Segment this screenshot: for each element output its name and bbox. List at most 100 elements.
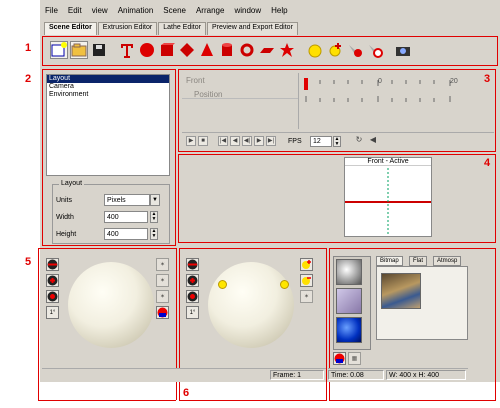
- text-object-button[interactable]: [118, 41, 136, 59]
- menu-window[interactable]: window: [233, 6, 262, 18]
- frame-line: [495, 154, 496, 242]
- prev-frame-icon[interactable]: ◀: [230, 136, 240, 146]
- timeline-ruler[interactable]: [302, 76, 466, 104]
- dropdown-arrow-icon[interactable]: ▼: [150, 194, 160, 206]
- sound-icon[interactable]: ◀: [368, 136, 378, 146]
- track-front-label[interactable]: Front: [186, 76, 205, 85]
- scene-light-option-button[interactable]: ✶: [300, 290, 313, 303]
- menu-view[interactable]: view: [91, 6, 109, 18]
- torus-object-button[interactable]: [238, 41, 256, 59]
- frame-line: [179, 400, 327, 401]
- light-handle-1[interactable]: [218, 280, 227, 289]
- spotlight-button[interactable]: [346, 41, 364, 59]
- list-item-environment[interactable]: Environment: [47, 91, 169, 99]
- material-swatch-1[interactable]: [336, 259, 362, 285]
- track-position-label[interactable]: Position: [194, 90, 222, 99]
- toolbar: [44, 36, 496, 64]
- playhead[interactable]: [304, 78, 308, 90]
- bitmap-thumbnail[interactable]: [381, 273, 421, 309]
- next-frame-icon[interactable]: ▶: [254, 136, 264, 146]
- tab-preview-export-editor[interactable]: Preview and Export Editor: [206, 22, 298, 35]
- frame-line: [175, 69, 176, 245]
- frame-line: [179, 248, 327, 249]
- first-frame-icon[interactable]: |◀: [218, 136, 228, 146]
- light-angle-button[interactable]: 1°: [46, 306, 59, 319]
- star-object-button[interactable]: [278, 41, 296, 59]
- rewind-icon[interactable]: ◀|: [242, 136, 252, 146]
- light-add-button[interactable]: [46, 274, 59, 287]
- tab-scene-editor[interactable]: Scene Editor: [44, 22, 97, 35]
- menu-help[interactable]: Help: [270, 6, 288, 18]
- light-remove-button[interactable]: [46, 290, 59, 303]
- scene-light-angle-button[interactable]: 1°: [186, 306, 199, 319]
- sphere-object-button[interactable]: [138, 41, 156, 59]
- last-frame-icon[interactable]: ▶|: [266, 136, 276, 146]
- tab-bitmap[interactable]: Bitmap: [376, 256, 403, 266]
- light-preset-button[interactable]: [46, 258, 59, 271]
- timeline-divider: [298, 73, 299, 129]
- save-button[interactable]: [90, 41, 108, 59]
- width-field[interactable]: 400: [104, 211, 148, 223]
- grid-icon: ▦: [351, 356, 358, 362]
- fps-field[interactable]: 12: [310, 136, 332, 147]
- front-viewport[interactable]: Front - Active: [344, 157, 432, 237]
- plane-object-button[interactable]: [258, 41, 276, 59]
- scene-light-add-button[interactable]: [186, 274, 199, 287]
- units-select[interactable]: Pixels: [104, 194, 150, 206]
- light-option-2-button[interactable]: ✶: [156, 274, 169, 287]
- light-color-button[interactable]: [156, 306, 169, 319]
- menu-animation[interactable]: Animation: [117, 6, 155, 18]
- light-option-3-button[interactable]: ✶: [156, 290, 169, 303]
- light-remove-icon: [187, 291, 198, 302]
- width-spinner-icon[interactable]: ▲ ▼: [150, 211, 158, 223]
- menu-arrange[interactable]: Arrange: [195, 6, 225, 18]
- tab-flat[interactable]: Flat: [409, 256, 428, 266]
- cone-object-button[interactable]: [198, 41, 216, 59]
- viewport-area: [182, 157, 342, 239]
- frame-line: [42, 36, 43, 66]
- open-scene-button[interactable]: [70, 41, 88, 59]
- tab-atmosphere[interactable]: Atmosp: [433, 256, 462, 266]
- lighting-sphere[interactable]: [68, 262, 154, 348]
- light-handle-2[interactable]: [280, 280, 289, 289]
- sphere-icon: [140, 43, 154, 57]
- add-scene-light-button[interactable]: [300, 258, 313, 271]
- tab-extrusion-editor[interactable]: Extrusion Editor: [97, 22, 158, 35]
- scene-lighting-sphere[interactable]: [208, 262, 294, 348]
- cylinder-object-button[interactable]: [218, 41, 236, 59]
- loop-icon[interactable]: ↻: [354, 136, 364, 146]
- material-swatch-3[interactable]: [336, 317, 362, 343]
- scene-light-remove-button[interactable]: [186, 290, 199, 303]
- list-item-layout[interactable]: Layout: [47, 75, 169, 83]
- spotlight-icon: [349, 45, 362, 57]
- material-color-button[interactable]: [333, 352, 346, 365]
- material-swatch-2[interactable]: [336, 288, 362, 314]
- menu-scene[interactable]: Scene: [162, 6, 187, 18]
- marker-6: 6: [183, 387, 190, 399]
- remove-scene-light-button[interactable]: [300, 274, 313, 287]
- scene-light-preset-button[interactable]: [186, 258, 199, 271]
- menu-file[interactable]: File: [44, 6, 59, 18]
- remove-light-button[interactable]: [366, 41, 384, 59]
- octahedron-icon: [180, 43, 194, 57]
- tab-lathe-editor[interactable]: Lathe Editor: [158, 22, 206, 35]
- list-item-camera[interactable]: Camera: [47, 83, 169, 91]
- light-color-icon: [157, 307, 168, 318]
- add-light-button[interactable]: [326, 41, 344, 59]
- play-icon[interactable]: ▶: [186, 136, 196, 146]
- frame-line: [329, 400, 496, 401]
- scene-object-list[interactable]: Layout Camera Environment: [46, 74, 170, 176]
- light-button[interactable]: [306, 41, 324, 59]
- new-scene-button[interactable]: [50, 41, 68, 59]
- height-field[interactable]: 400: [104, 228, 148, 240]
- stop-icon[interactable]: ■: [198, 136, 208, 146]
- material-grid-button[interactable]: ▦: [348, 352, 361, 365]
- fps-spinner-icon[interactable]: ▲ ▼: [333, 136, 341, 147]
- height-spinner-icon[interactable]: ▲ ▼: [150, 228, 158, 240]
- octahedron-object-button[interactable]: [178, 41, 196, 59]
- menu-edit[interactable]: Edit: [67, 6, 83, 18]
- time-status: Time: 0.08: [328, 370, 384, 380]
- cube-object-button[interactable]: [158, 41, 176, 59]
- camera-button[interactable]: [394, 41, 412, 59]
- light-option-1-button[interactable]: ✶: [156, 258, 169, 271]
